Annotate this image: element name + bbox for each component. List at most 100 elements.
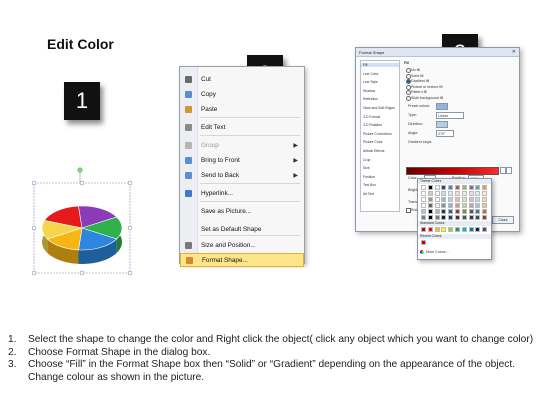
theme-color-swatch[interactable]: [427, 215, 433, 220]
theme-color-swatch[interactable]: [434, 209, 440, 214]
theme-color-swatch[interactable]: [427, 203, 433, 208]
theme-color-swatch[interactable]: [461, 197, 467, 202]
nav-item-position[interactable]: Position: [363, 175, 375, 179]
theme-color-swatch[interactable]: [482, 197, 488, 202]
theme-color-swatch[interactable]: [421, 203, 426, 208]
recent-color-swatch[interactable]: [421, 240, 426, 245]
theme-color-swatch[interactable]: [455, 197, 460, 202]
nav-item-text-box[interactable]: Text Box: [363, 183, 376, 187]
nav-item-picture-corrections[interactable]: Picture Corrections: [363, 132, 392, 136]
standard-color-swatch[interactable]: [448, 227, 454, 232]
theme-color-swatch[interactable]: [482, 191, 488, 196]
menu-item-save-as-picture[interactable]: Save as Picture...: [180, 204, 304, 218]
theme-color-swatch[interactable]: [427, 209, 433, 214]
close-icon[interactable]: ✕: [512, 49, 516, 55]
menu-item-format-shape[interactable]: Format Shape...: [180, 253, 304, 267]
theme-color-swatch[interactable]: [434, 185, 440, 190]
remove-stop-button[interactable]: [506, 167, 512, 174]
theme-color-swatch[interactable]: [475, 197, 481, 202]
standard-color-swatch[interactable]: [434, 227, 440, 232]
nav-item-reflection[interactable]: Reflection: [363, 97, 378, 101]
theme-color-swatch[interactable]: [448, 197, 454, 202]
theme-color-swatch[interactable]: [475, 185, 481, 190]
theme-color-swatch[interactable]: [468, 185, 474, 190]
close-button[interactable]: Close: [492, 216, 514, 224]
theme-color-swatch[interactable]: [421, 197, 426, 202]
standard-color-swatch[interactable]: [461, 227, 467, 232]
theme-color-swatch[interactable]: [441, 185, 447, 190]
nav-item-line-style[interactable]: Line Style: [363, 80, 378, 84]
theme-color-swatch[interactable]: [441, 191, 447, 196]
theme-color-swatch[interactable]: [455, 185, 460, 190]
theme-color-swatch[interactable]: [421, 209, 426, 214]
menu-item-group[interactable]: Group ▶: [180, 138, 304, 152]
menu-item-send-to-back[interactable]: Send to Back ▶: [180, 168, 304, 182]
theme-color-swatch[interactable]: [434, 197, 440, 202]
theme-color-swatch[interactable]: [421, 215, 426, 220]
nav-item-crop[interactable]: Crop: [363, 158, 370, 162]
theme-color-swatch[interactable]: [448, 215, 454, 220]
theme-color-swatch[interactable]: [468, 191, 474, 196]
theme-color-swatch[interactable]: [434, 215, 440, 220]
nav-item-picture-color[interactable]: Picture Color: [363, 140, 383, 144]
theme-color-swatch[interactable]: [468, 209, 474, 214]
theme-color-swatch[interactable]: [441, 197, 447, 202]
theme-color-swatch[interactable]: [448, 209, 454, 214]
theme-color-swatch[interactable]: [468, 203, 474, 208]
theme-color-swatch[interactable]: [434, 203, 440, 208]
theme-color-swatch[interactable]: [482, 185, 488, 190]
selected-pie-shape[interactable]: [31, 165, 134, 277]
theme-color-swatch[interactable]: [427, 185, 433, 190]
theme-color-swatch[interactable]: [482, 215, 488, 220]
nav-item-alt-text[interactable]: Alt Text: [363, 192, 374, 196]
theme-color-swatch[interactable]: [421, 191, 426, 196]
theme-color-swatch[interactable]: [455, 203, 460, 208]
standard-color-swatch[interactable]: [441, 227, 447, 232]
theme-color-swatch[interactable]: [455, 191, 460, 196]
nav-item-line-color[interactable]: Line Color: [363, 72, 378, 76]
nav-item-3-d-format[interactable]: 3-D Format: [363, 115, 380, 119]
menu-item-set-as-default-shape[interactable]: Set as Default Shape: [180, 222, 304, 236]
nav-item-fill[interactable]: Fill: [361, 63, 399, 67]
nav-item-shadow[interactable]: Shadow: [363, 89, 375, 93]
theme-color-swatch[interactable]: [461, 185, 467, 190]
standard-color-swatch[interactable]: [475, 227, 481, 232]
nav-item-3-d-rotation[interactable]: 3-D Rotation: [363, 123, 382, 127]
more-colors-link[interactable]: More Colors...: [426, 250, 449, 254]
theme-color-swatch[interactable]: [448, 191, 454, 196]
nav-item-artistic-effects[interactable]: Artistic Effects: [363, 149, 384, 153]
angle-input[interactable]: 270°: [436, 130, 454, 137]
theme-color-swatch[interactable]: [427, 197, 433, 202]
theme-color-swatch[interactable]: [461, 209, 467, 214]
menu-item-size-and-position[interactable]: Size and Position...: [180, 238, 304, 252]
theme-color-swatch[interactable]: [427, 191, 433, 196]
menu-item-hyperlink[interactable]: Hyperlink...: [180, 186, 304, 200]
gradient-stops-bar[interactable]: [406, 167, 499, 175]
theme-color-swatch[interactable]: [482, 209, 488, 214]
theme-color-swatch[interactable]: [475, 203, 481, 208]
theme-color-swatch[interactable]: [448, 203, 454, 208]
theme-color-swatch[interactable]: [461, 215, 467, 220]
menu-item-copy[interactable]: Copy: [180, 87, 304, 101]
theme-color-swatch[interactable]: [421, 185, 426, 190]
menu-item-cut[interactable]: Cut: [180, 72, 304, 86]
theme-color-swatch[interactable]: [448, 185, 454, 190]
standard-color-swatch[interactable]: [421, 227, 426, 232]
theme-color-swatch[interactable]: [461, 191, 467, 196]
theme-color-swatch[interactable]: [455, 215, 460, 220]
type-dropdown[interactable]: Linear: [436, 112, 464, 119]
preset-colors-dropdown[interactable]: [436, 103, 448, 110]
theme-color-swatch[interactable]: [441, 203, 447, 208]
standard-color-swatch[interactable]: [427, 227, 433, 232]
theme-color-swatch[interactable]: [475, 215, 481, 220]
theme-color-swatch[interactable]: [434, 191, 440, 196]
theme-color-swatch[interactable]: [475, 191, 481, 196]
menu-item-paste[interactable]: Paste: [180, 102, 304, 116]
nav-item-size[interactable]: Size: [363, 166, 370, 170]
menu-item-bring-to-front[interactable]: Bring to Front ▶: [180, 153, 304, 167]
theme-color-swatch[interactable]: [441, 215, 447, 220]
standard-color-swatch[interactable]: [482, 227, 488, 232]
theme-color-swatch[interactable]: [475, 209, 481, 214]
theme-color-swatch[interactable]: [482, 203, 488, 208]
standard-color-swatch[interactable]: [468, 227, 474, 232]
